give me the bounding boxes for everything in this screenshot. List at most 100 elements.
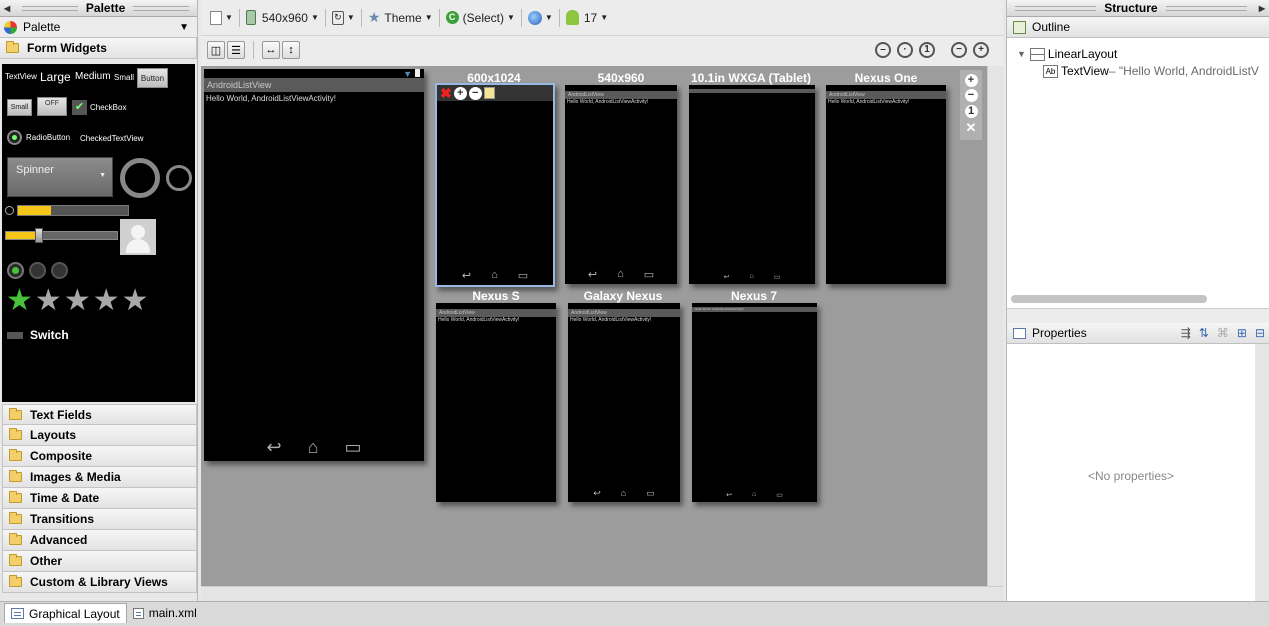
split-vertical-icon[interactable]: ◫: [207, 41, 225, 59]
collapse-all-icon[interactable]: ⊟: [1255, 326, 1265, 340]
config-dropdown[interactable]: ▼: [207, 7, 236, 29]
editor-toolbar: ▼ 540x960 ▼ ↻ ▼ ★ Theme ▼ C (Select) ▼ ▼ 17 ▼: [201, 0, 1003, 36]
category-item[interactable]: Custom & Library Views: [2, 572, 197, 593]
activity-dropdown[interactable]: C (Select) ▼: [443, 7, 518, 29]
category-item[interactable]: Transitions: [2, 509, 197, 530]
widget-spinner[interactable]: Spinner ▼: [7, 157, 113, 197]
widget-small-button[interactable]: Small: [7, 99, 32, 116]
widget-textview[interactable]: TextView: [5, 72, 37, 81]
zoom-in-icon[interactable]: +: [964, 74, 978, 88]
tab-main-xml[interactable]: main.xml: [127, 603, 203, 623]
device-dropdown[interactable]: 540x960 ▼: [243, 7, 322, 29]
spinner-label: Spinner: [16, 164, 54, 176]
main-device-preview[interactable]: ▼ AndroidListView Hello World, AndroidLi…: [204, 69, 424, 461]
properties-icon: [1013, 327, 1026, 339]
design-canvas[interactable]: ▼ AndroidListView Hello World, AndroidLi…: [201, 66, 987, 586]
orientation-dropdown[interactable]: ↻ ▼: [329, 7, 358, 29]
collapse-right-icon[interactable]: ▶: [1255, 4, 1269, 13]
star-empty-icon: ★: [34, 284, 64, 317]
preview-tablet[interactable]: ↩ ⌂ ▭: [689, 85, 815, 284]
edit-config-icon[interactable]: [483, 87, 495, 99]
ratingbar[interactable]: ★ ★ ★ ★ ★: [6, 286, 151, 316]
radio-unselected-icon[interactable]: [29, 262, 46, 279]
widget-small[interactable]: Small: [114, 73, 134, 82]
no-properties-text: <No properties>: [1087, 469, 1175, 483]
nav-bar: ↩ ⌂ ▭: [726, 491, 783, 499]
seekbar-thumb[interactable]: [35, 228, 43, 243]
sort-az-icon[interactable]: ⇅: [1199, 326, 1209, 340]
category-item[interactable]: Time & Date: [2, 488, 197, 509]
fit-width-icon[interactable]: ↔: [262, 41, 280, 59]
close-previews-icon[interactable]: ✕: [966, 120, 977, 136]
categories-icon[interactable]: ⇶: [1181, 326, 1191, 340]
palette-header[interactable]: Palette ▼: [0, 17, 197, 38]
preview-zoom-column: + − 1 ✕: [960, 70, 982, 140]
tab-graphical-layout[interactable]: Graphical Layout: [4, 603, 127, 623]
tree-root-label: LinearLayout: [1047, 47, 1118, 61]
zoom-in-icon[interactable]: +: [453, 86, 467, 100]
recents-icon: ▭: [344, 437, 362, 457]
activity-icon: C: [445, 11, 459, 24]
zoom-controls: – · 1 − +: [875, 42, 989, 58]
editor-toolbar-2: ◫ ☰ ↔ ↕ – · 1 − +: [201, 36, 1003, 64]
fit-height-icon[interactable]: ↕: [282, 41, 300, 59]
collapse-left-icon[interactable]: ◀: [0, 4, 14, 13]
preview-action-bar: AndroidListView: [826, 91, 946, 99]
horizontal-scrollbar[interactable]: [201, 586, 1003, 601]
zoom-100-icon[interactable]: 1: [964, 104, 978, 118]
category-item[interactable]: Composite: [2, 446, 197, 467]
split-horizontal-icon[interactable]: ☰: [227, 41, 245, 59]
close-red-icon[interactable]: ✖: [440, 86, 452, 100]
category-item[interactable]: Other: [2, 551, 197, 572]
properties-area: <No properties>: [1007, 344, 1269, 609]
preview-nexus-s[interactable]: AndroidListView Hello World, AndroidList…: [436, 303, 556, 502]
radio-selected-icon[interactable]: [7, 262, 24, 279]
radio-unselected-icon[interactable]: [51, 262, 68, 279]
expand-icon[interactable]: ▼: [1017, 49, 1026, 59]
action-bar-title: AndroidListView: [204, 78, 424, 92]
category-form-widgets[interactable]: Form Widgets: [0, 38, 197, 59]
outline-scrollbar[interactable]: [1011, 295, 1207, 303]
tree-node-linearlayout[interactable]: ▼ LinearLayout: [1017, 47, 1117, 61]
chevron-down-icon[interactable]: ▼: [179, 22, 189, 33]
tree-node-textview[interactable]: Ab TextView – "Hello World, AndroidListV: [1043, 64, 1269, 78]
palette-title: Palette: [85, 1, 126, 15]
seekbar[interactable]: [5, 231, 118, 240]
vertical-scrollbar[interactable]: [987, 66, 1003, 586]
widget-button[interactable]: Button: [137, 68, 168, 88]
widget-medium[interactable]: Medium: [75, 71, 111, 82]
category-item[interactable]: Text Fields: [2, 404, 197, 425]
preview-540x960[interactable]: AndroidListView Hello World, AndroidList…: [565, 85, 677, 284]
widget-switch[interactable]: Switch: [7, 328, 69, 342]
category-item[interactable]: Layouts: [2, 425, 197, 446]
preview-galaxy-nexus[interactable]: AndroidListView Hello World, AndroidList…: [568, 303, 680, 502]
api-level-dropdown[interactable]: 17 ▼: [563, 7, 611, 29]
theme-dropdown[interactable]: ★ Theme ▼: [365, 7, 436, 29]
preview-nexus-one[interactable]: AndroidListView Hello World, AndroidList…: [826, 85, 946, 284]
widget-radiobutton[interactable]: RadioButton: [7, 130, 70, 145]
expand-all-icon[interactable]: ⊞: [1237, 326, 1247, 340]
preview-600x1024[interactable]: ✖ + − ↩ ⌂ ▭: [435, 83, 555, 287]
widget-checkbox[interactable]: ✔ CheckBox: [72, 100, 126, 115]
quickcontactbadge-avatar[interactable]: [120, 219, 156, 255]
zoom-out-icon[interactable]: −: [468, 86, 482, 100]
show-advanced-icon[interactable]: ⌘: [1217, 326, 1229, 340]
zoom-100-icon[interactable]: 1: [919, 42, 935, 58]
preview-nexus-7[interactable]: Hello World, AndroidListViewActivity! ↩ ⌂…: [692, 303, 817, 502]
zoom-fit-icon[interactable]: –: [875, 42, 891, 58]
widget-togglebutton[interactable]: OFF: [37, 97, 67, 116]
preview-action-bar: AndroidListView: [568, 309, 680, 317]
zoom-out-icon[interactable]: −: [951, 42, 967, 58]
zoom-in-icon[interactable]: +: [973, 42, 989, 58]
hello-textview[interactable]: Hello World, AndroidListViewActivity!: [204, 92, 424, 103]
locale-dropdown[interactable]: ▼: [525, 7, 556, 29]
widget-checkedtextview[interactable]: CheckedTextView: [80, 134, 143, 143]
zoom-real-size-icon[interactable]: ·: [897, 42, 913, 58]
checkbox-label: CheckBox: [90, 103, 127, 112]
zoom-out-icon[interactable]: −: [964, 89, 978, 103]
category-item[interactable]: Advanced: [2, 530, 197, 551]
category-item[interactable]: Images & Media: [2, 467, 197, 488]
widget-large[interactable]: Large: [40, 70, 71, 84]
back-icon: ↩: [266, 437, 282, 457]
preview-action-bar: AndroidListView: [436, 309, 556, 317]
